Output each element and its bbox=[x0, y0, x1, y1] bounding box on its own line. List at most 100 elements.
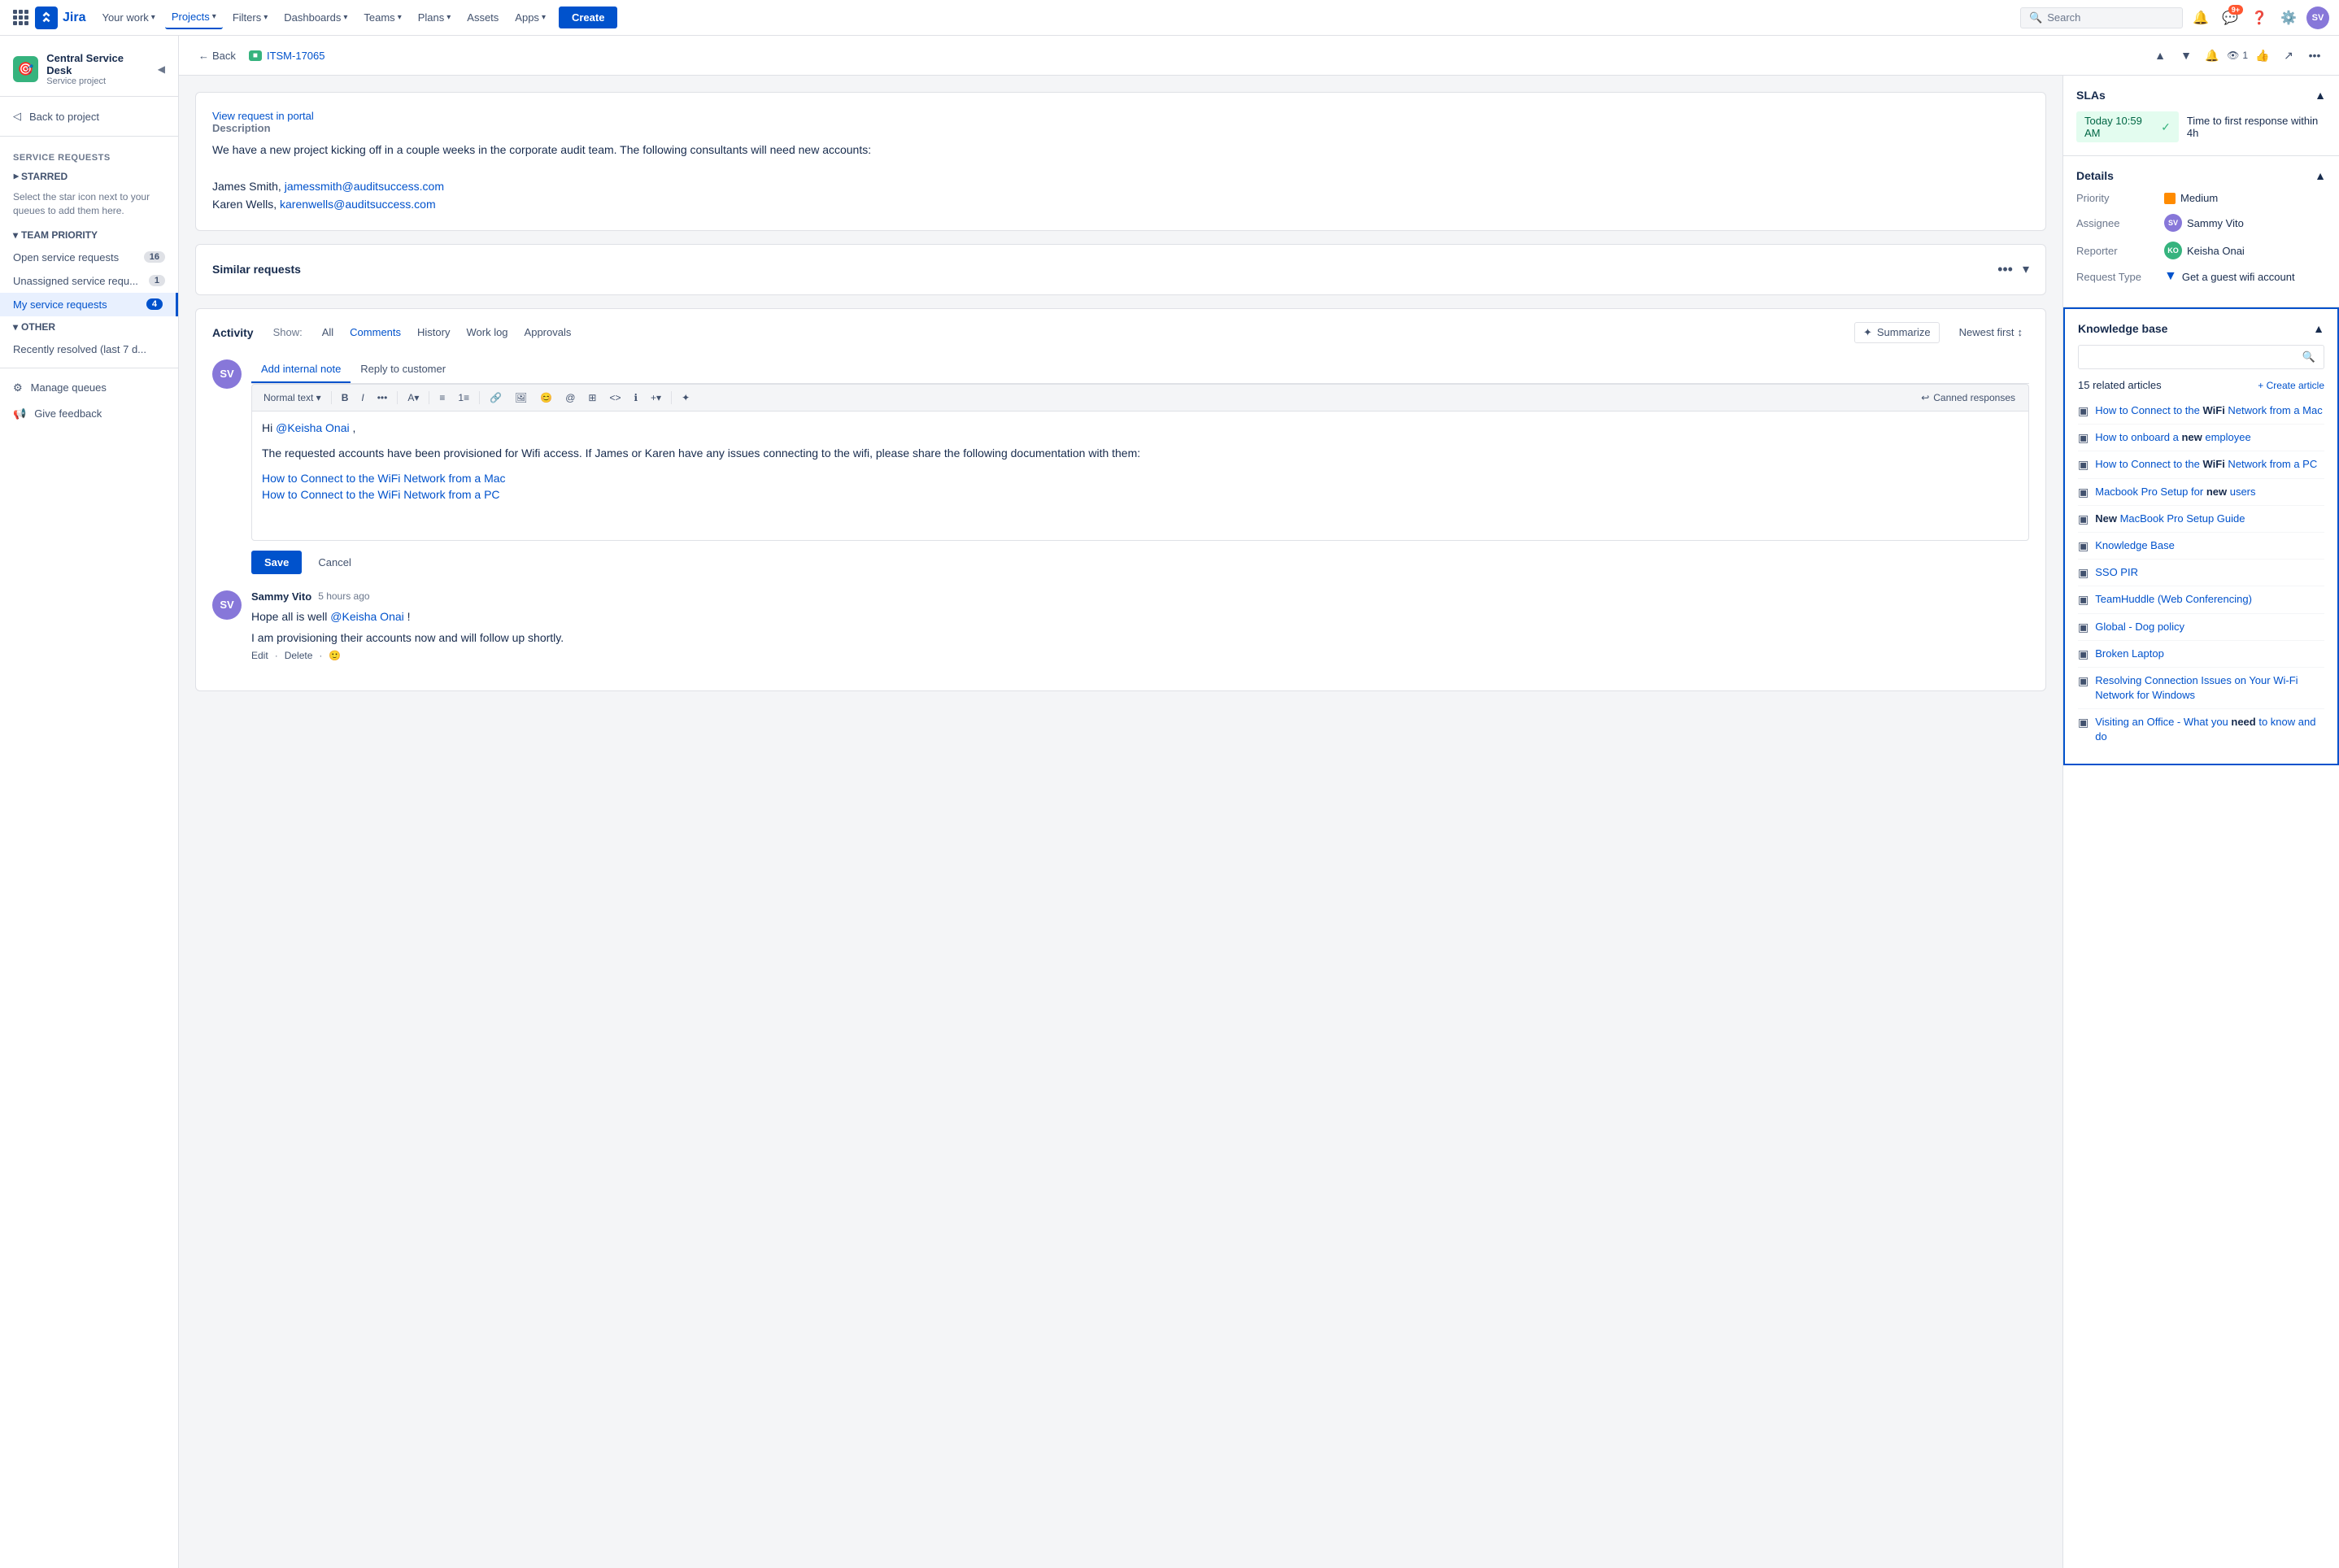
sla-section-header[interactable]: SLAs ▲ bbox=[2076, 89, 2326, 102]
kb-article-4[interactable]: ▣ Macbook Pro Setup for new users bbox=[2078, 479, 2324, 506]
mention-button[interactable]: @ bbox=[560, 390, 580, 406]
help-icon-button[interactable]: ❓ bbox=[2248, 7, 2271, 29]
plus-button[interactable]: +▾ bbox=[646, 390, 666, 406]
create-button[interactable]: Create bbox=[559, 7, 617, 28]
bold-button[interactable]: B bbox=[337, 390, 354, 406]
kb-article-11[interactable]: ▣ Resolving Connection Issues on Your Wi… bbox=[2078, 668, 2324, 709]
manage-queues-icon: ⚙ bbox=[13, 381, 23, 394]
summarize-button[interactable]: ✦ Summarize bbox=[1854, 322, 1940, 343]
queue-my-service-requests[interactable]: My service requests 4 bbox=[0, 293, 178, 316]
sla-section: SLAs ▲ Today 10:59 AM ✓ Time to first re… bbox=[2063, 76, 2339, 156]
text-format-dropdown[interactable]: Normal text ▾ bbox=[259, 390, 326, 406]
settings-icon-button[interactable]: ⚙️ bbox=[2277, 7, 2300, 29]
chevron-apps-icon: ▾ bbox=[542, 13, 546, 22]
emoji-button[interactable]: 😊 bbox=[535, 390, 557, 406]
kb-search-input[interactable] bbox=[2087, 351, 2298, 364]
ai-button[interactable]: ✦ bbox=[677, 390, 695, 406]
search-box[interactable]: 🔍 Search bbox=[2020, 7, 2183, 28]
nav-apps[interactable]: Apps ▾ bbox=[508, 7, 552, 28]
kb-article-3[interactable]: ▣ How to Connect to the WiFi Network fro… bbox=[2078, 451, 2324, 478]
kb-article-1[interactable]: ▣ How to Connect to the WiFi Network fro… bbox=[2078, 398, 2324, 425]
editor-link-pc[interactable]: How to Connect to the WiFi Network from … bbox=[262, 488, 2019, 501]
nav-assets[interactable]: Assets bbox=[460, 7, 505, 28]
nav-dashboards[interactable]: Dashboards ▾ bbox=[277, 7, 354, 28]
image-button[interactable]: 🖼 bbox=[510, 390, 532, 406]
kb-article-6[interactable]: ▣ Knowledge Base bbox=[2078, 533, 2324, 560]
share-icon-button[interactable]: ↗ bbox=[2277, 44, 2300, 67]
user-avatar[interactable]: SV bbox=[2306, 7, 2329, 29]
view-portal-link[interactable]: View request in portal bbox=[212, 110, 314, 122]
kb-article-9[interactable]: ▣ Global - Dog policy bbox=[2078, 614, 2324, 641]
details-title: Details bbox=[2076, 169, 2114, 182]
more-actions-button[interactable]: ••• bbox=[2303, 44, 2326, 67]
similar-more-button[interactable]: ••• bbox=[1994, 258, 2016, 281]
editor-link-mac[interactable]: How to Connect to the WiFi Network from … bbox=[262, 472, 2019, 485]
kb-article-7[interactable]: ▣ SSO PIR bbox=[2078, 560, 2324, 586]
link-button[interactable]: 🔗 bbox=[485, 390, 507, 406]
sidebar-back-to-project[interactable]: ◁ Back to project bbox=[0, 103, 178, 129]
kb-article-8[interactable]: ▣ TeamHuddle (Web Conferencing) bbox=[2078, 586, 2324, 613]
chevron-up-button[interactable]: ▲ bbox=[2149, 44, 2171, 67]
more-format-button[interactable]: ••• bbox=[372, 390, 393, 406]
add-internal-note-tab[interactable]: Add internal note bbox=[251, 356, 351, 383]
kb-article-2[interactable]: ▣ How to onboard a new employee bbox=[2078, 425, 2324, 451]
table-button[interactable]: ⊞ bbox=[583, 390, 601, 406]
editor-body[interactable]: Hi @Keisha Onai , The requested accounts… bbox=[251, 411, 2029, 541]
ordered-list-button[interactable]: 1≡ bbox=[453, 390, 474, 406]
sidebar: 🎯 Central Service Desk Service project ◀… bbox=[0, 36, 179, 1568]
sidebar-give-feedback[interactable]: 📢 Give feedback bbox=[0, 401, 178, 427]
italic-button[interactable]: I bbox=[356, 390, 368, 406]
notifications-icon-button[interactable]: 🔔 bbox=[2189, 7, 2212, 29]
create-article-button[interactable]: + Create article bbox=[2258, 380, 2324, 391]
nav-projects[interactable]: Projects ▾ bbox=[165, 6, 223, 29]
queue-open-service-requests[interactable]: Open service requests 16 bbox=[0, 246, 178, 269]
queue-unassigned-service-requests[interactable]: Unassigned service requ... 1 bbox=[0, 269, 178, 293]
kb-article-12[interactable]: ▣ Visiting an Office - What you need to … bbox=[2078, 709, 2324, 750]
nav-teams[interactable]: Teams ▾ bbox=[357, 7, 407, 28]
starred-section-toggle[interactable]: ▾ STARRED bbox=[0, 166, 178, 187]
filter-tab-worklog[interactable]: Work log bbox=[460, 323, 514, 342]
kb-section-header[interactable]: Knowledge base ▲ bbox=[2078, 322, 2324, 335]
filter-tab-approvals[interactable]: Approvals bbox=[518, 323, 578, 342]
vote-button[interactable]: 👁 1 bbox=[2227, 50, 2248, 61]
back-button[interactable]: ← Back bbox=[192, 46, 242, 65]
comment-editor-area: SV Add internal note Reply to customer N… bbox=[212, 356, 2029, 574]
filter-tab-history[interactable]: History bbox=[411, 323, 456, 342]
filter-tab-comments[interactable]: Comments bbox=[343, 323, 407, 342]
reply-to-customer-tab[interactable]: Reply to customer bbox=[351, 356, 455, 383]
sidebar-collapse-button[interactable]: ◀ bbox=[158, 63, 165, 75]
queue-recently-resolved[interactable]: Recently resolved (last 7 d... bbox=[0, 338, 178, 361]
info-button[interactable]: ℹ bbox=[629, 390, 642, 406]
other-section-toggle[interactable]: ▾ OTHER bbox=[0, 316, 178, 338]
nav-plans[interactable]: Plans ▾ bbox=[412, 7, 458, 28]
kb-article-10[interactable]: ▣ Broken Laptop bbox=[2078, 641, 2324, 668]
chat-icon-button[interactable]: 💬 9+ bbox=[2219, 7, 2241, 29]
sort-button[interactable]: Newest first ↕ bbox=[1953, 323, 2029, 342]
chevron-down-button[interactable]: ▼ bbox=[2175, 44, 2197, 67]
edit-comment-button[interactable]: Edit bbox=[251, 650, 268, 661]
save-button[interactable]: Save bbox=[251, 551, 302, 574]
sidebar-manage-queues[interactable]: ⚙ Manage queues bbox=[0, 375, 178, 401]
emoji-reaction-button[interactable]: 🙂 bbox=[329, 650, 341, 661]
similar-collapse-icon[interactable]: ▾ bbox=[2023, 261, 2029, 277]
thumbsup-icon-button[interactable]: 👍 bbox=[2251, 44, 2274, 67]
canned-responses-button[interactable]: ↩ Canned responses bbox=[1914, 390, 2022, 406]
kb-article-5[interactable]: ▣ New MacBook Pro Setup Guide bbox=[2078, 506, 2324, 533]
issue-key-display[interactable]: ■ ITSM-17065 bbox=[249, 50, 325, 62]
delete-comment-button[interactable]: Delete bbox=[285, 650, 313, 661]
chevron-your-work-icon: ▾ bbox=[151, 13, 155, 22]
cancel-button[interactable]: Cancel bbox=[308, 551, 360, 574]
kb-article-title-5: New MacBook Pro Setup Guide bbox=[2095, 512, 2245, 526]
text-color-button[interactable]: A▾ bbox=[403, 390, 424, 406]
kb-search-box[interactable]: 🔍 bbox=[2078, 345, 2324, 369]
details-section-header[interactable]: Details ▲ bbox=[2076, 169, 2326, 182]
app-grid-button[interactable] bbox=[10, 7, 32, 28]
team-priority-section-toggle[interactable]: ▾ TEAM PRIORITY bbox=[0, 224, 178, 246]
nav-your-work[interactable]: Your work ▾ bbox=[95, 7, 161, 28]
notification-bell-icon-button[interactable]: 🔔 bbox=[2201, 44, 2224, 67]
code-button[interactable]: <> bbox=[604, 390, 625, 406]
bullet-list-button[interactable]: ≡ bbox=[434, 390, 450, 406]
jira-logo[interactable]: Jira bbox=[35, 7, 85, 29]
filter-tab-all[interactable]: All bbox=[316, 323, 340, 342]
nav-filters[interactable]: Filters ▾ bbox=[226, 7, 274, 28]
